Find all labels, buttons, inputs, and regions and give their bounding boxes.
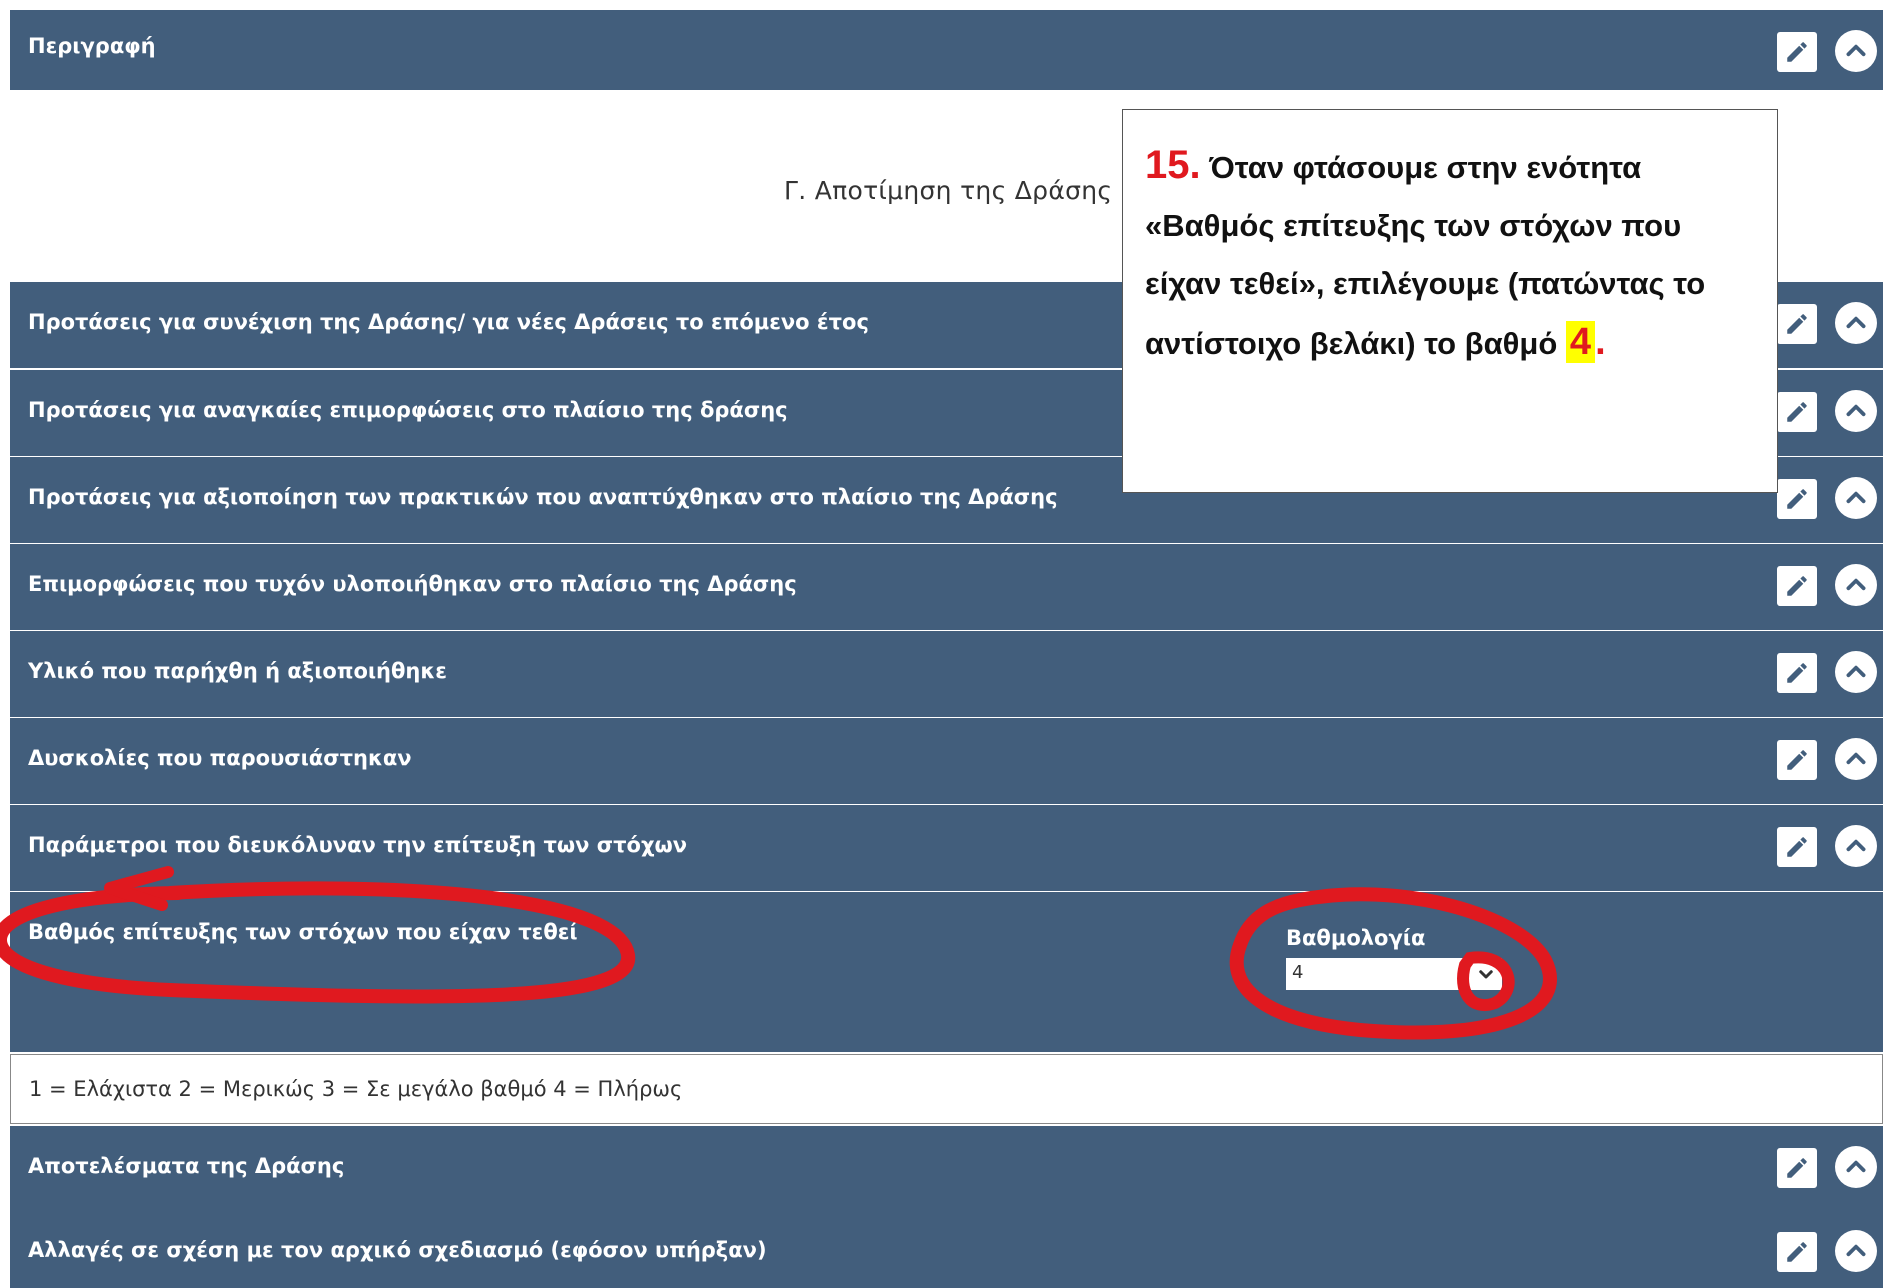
- collapse-button[interactable]: [1835, 30, 1877, 72]
- panel-label: Υλικό που παρήχθη ή αξιοποιήθηκε: [28, 659, 447, 683]
- step-number: 15.: [1145, 143, 1201, 187]
- chevron-up-icon: [1846, 1244, 1866, 1257]
- panel-label: Προτάσεις για αναγκαίες επιμορφώσεις στο…: [28, 398, 788, 422]
- callout-text: Όταν φτάσουμε στην ενότητα «Βαθμός επίτε…: [1145, 150, 1706, 361]
- panel-label: Περιγραφή: [28, 34, 156, 58]
- chevron-up-icon: [1846, 44, 1866, 57]
- panel-label: Προτάσεις για αξιοποίηση των πρακτικών π…: [28, 485, 1058, 509]
- callout-end: .: [1595, 321, 1606, 363]
- chevron-up-icon: [1846, 404, 1866, 417]
- pencil-icon: [1787, 489, 1807, 509]
- panel-label: Δυσκολίες που παρουσιάστηκαν: [28, 746, 412, 770]
- panel-rating: Βαθμός επίτευξης των στόχων που είχαν τε…: [10, 892, 1883, 1052]
- scale-note: 1 = Ελάχιστα 2 = Μερικώς 3 = Σε μεγάλο β…: [10, 1054, 1883, 1124]
- panel-label: Αποτελέσματα της Δράσης: [28, 1154, 345, 1178]
- pencil-icon: [1787, 750, 1807, 770]
- chevron-up-icon: [1846, 316, 1866, 329]
- panel-label: Αλλαγές σε σχέση με τον αρχικό σχεδιασμό…: [28, 1238, 767, 1262]
- panel-item: Αλλαγές σε σχέση με τον αρχικό σχεδιασμό…: [10, 1210, 1883, 1288]
- panel-item: Παράμετροι που διευκόλυναν την επίτευξη …: [10, 805, 1883, 891]
- collapse-button[interactable]: [1835, 825, 1877, 867]
- panel-label: Επιμορφώσεις που τυχόν υλοποιήθηκαν στο …: [28, 572, 797, 596]
- chevron-up-icon: [1846, 839, 1866, 852]
- collapse-button[interactable]: [1835, 390, 1877, 432]
- collapse-button[interactable]: [1835, 1146, 1877, 1188]
- collapse-button[interactable]: [1835, 477, 1877, 519]
- pencil-icon: [1787, 663, 1807, 683]
- rating-label: Βαθμολογία: [1286, 926, 1426, 950]
- edit-button[interactable]: [1777, 1232, 1817, 1272]
- chevron-up-icon: [1846, 752, 1866, 765]
- collapse-button[interactable]: [1835, 738, 1877, 780]
- panel-item: Δυσκολίες που παρουσιάστηκαν: [10, 718, 1883, 804]
- collapse-button[interactable]: [1835, 302, 1877, 344]
- pencil-icon: [1787, 1242, 1807, 1262]
- grade-highlight: 4: [1565, 321, 1596, 363]
- collapse-button[interactable]: [1835, 1230, 1877, 1272]
- chevron-down-icon: [1479, 970, 1493, 979]
- edit-button[interactable]: [1777, 304, 1817, 344]
- panel-label: Παράμετροι που διευκόλυναν την επίτευξη …: [28, 833, 688, 857]
- edit-button[interactable]: [1777, 479, 1817, 519]
- rating-dropdown-button[interactable]: [1470, 958, 1502, 990]
- instruction-callout: 15. Όταν φτάσουμε στην ενότητα «Βαθμός ε…: [1122, 109, 1778, 493]
- collapse-button[interactable]: [1835, 564, 1877, 606]
- collapse-button[interactable]: [1835, 651, 1877, 693]
- panel-label: Προτάσεις για συνέχιση της Δράσης/ για ν…: [28, 310, 869, 334]
- chevron-up-icon: [1846, 665, 1866, 678]
- edit-button[interactable]: [1777, 740, 1817, 780]
- panel-item: Επιμορφώσεις που τυχόν υλοποιήθηκαν στο …: [10, 544, 1883, 630]
- edit-button[interactable]: [1777, 827, 1817, 867]
- panel-description: Περιγραφή: [10, 10, 1883, 90]
- pencil-icon: [1787, 837, 1807, 857]
- pencil-icon: [1787, 1158, 1807, 1178]
- section-title: Γ. Αποτίμηση της Δράσης: [784, 176, 1113, 205]
- edit-button[interactable]: [1777, 653, 1817, 693]
- chevron-up-icon: [1846, 1160, 1866, 1173]
- edit-button[interactable]: [1777, 392, 1817, 432]
- edit-button[interactable]: [1777, 1148, 1817, 1188]
- panel-item: Αποτελέσματα της Δράσης: [10, 1126, 1883, 1212]
- rating-field: Βαθμολογία 4: [1286, 926, 1502, 990]
- panel-label: Βαθμός επίτευξης των στόχων που είχαν τε…: [28, 920, 578, 944]
- edit-button[interactable]: [1777, 32, 1817, 72]
- chevron-up-icon: [1846, 578, 1866, 591]
- pencil-icon: [1787, 576, 1807, 596]
- pencil-icon: [1787, 42, 1807, 62]
- panel-item: Υλικό που παρήχθη ή αξιοποιήθηκε: [10, 631, 1883, 717]
- edit-button[interactable]: [1777, 566, 1817, 606]
- pencil-icon: [1787, 402, 1807, 422]
- chevron-up-icon: [1846, 491, 1866, 504]
- pencil-icon: [1787, 314, 1807, 334]
